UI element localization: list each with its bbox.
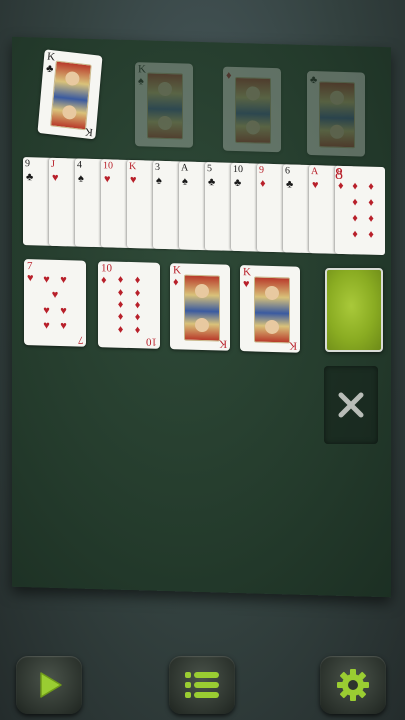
- foundation-slot-3[interactable]: ♦: [223, 66, 281, 153]
- settings-button[interactable]: [320, 656, 386, 714]
- card-suit: ♦: [338, 179, 344, 192]
- card-rank: K: [138, 63, 146, 76]
- card-rank: 9: [25, 158, 30, 170]
- card-rank-bottom: K: [219, 337, 227, 350]
- card-suit: ♣: [310, 74, 318, 87]
- stock-pile[interactable]: [325, 268, 383, 352]
- card-rank: A: [181, 162, 189, 174]
- card-suit: ♠: [156, 174, 162, 187]
- tableau-card-1[interactable]: 7 ♥ ♥ ♥ ♥ ♥ ♥ ♥ ♥ 7: [24, 259, 86, 347]
- card-rank: 10: [103, 160, 113, 172]
- menu-list-icon: [185, 672, 219, 698]
- foundation-slot-2[interactable]: K ♠: [135, 62, 193, 148]
- card-suit: ♠: [138, 75, 144, 88]
- card-rank-bottom: K: [84, 125, 94, 139]
- card-suit: ♥: [27, 272, 34, 285]
- card-suit: ♦: [260, 177, 266, 190]
- tableau-card-4[interactable]: K ♥ K: [240, 265, 300, 353]
- tableau-card-3[interactable]: K ♦ K: [170, 263, 230, 351]
- card-rank: 6: [285, 165, 290, 177]
- card-suit: ♥: [312, 179, 319, 192]
- menu-button[interactable]: [169, 656, 235, 714]
- card-suit: ♣: [208, 176, 216, 189]
- card-suit: ♠: [182, 175, 188, 188]
- card-suit: ♣: [26, 171, 34, 184]
- card-suit: ♥: [130, 174, 137, 187]
- card-rank: A: [311, 166, 319, 178]
- card-suit: ♠: [78, 172, 84, 185]
- card-suit: ♥: [243, 278, 250, 291]
- tableau-card-2[interactable]: 10 ♦ ♦ ♦ ♦ ♦ ♦ ♦ ♦ ♦ ♦ ♦ 10: [98, 261, 160, 349]
- card-rank: K: [46, 50, 56, 64]
- king-figure: [147, 72, 183, 140]
- king-figure: [235, 76, 271, 144]
- card-suit: ♣: [45, 62, 54, 76]
- foundation-card-1[interactable]: K ♣ K: [37, 49, 103, 140]
- king-figure: [319, 81, 355, 149]
- card-rank-bottom: K: [289, 339, 297, 352]
- card-rank-bottom: 7: [77, 333, 84, 346]
- play-button[interactable]: [16, 656, 82, 714]
- foundation-slot-4[interactable]: ♣: [307, 70, 365, 157]
- card-rank: 9: [259, 164, 264, 176]
- card-rank: K: [173, 264, 181, 277]
- card-suit: ♥: [52, 171, 59, 185]
- card-rank: 5: [207, 163, 212, 175]
- king-figure: [184, 274, 220, 342]
- gear-icon: [337, 669, 369, 701]
- card-rank: J: [51, 158, 55, 170]
- king-figure: [50, 60, 92, 131]
- card-rank: 10: [101, 262, 112, 275]
- card-suit: ♣: [286, 178, 294, 191]
- card-rank: 10: [233, 163, 243, 176]
- play-icon: [40, 672, 62, 698]
- card-suit: ♣: [234, 176, 242, 190]
- card-pips: ♦ ♦ ♦ ♦ ♦ ♦ ♦ ♦ ♦ ♦: [117, 273, 141, 337]
- card-rank: 8: [337, 166, 342, 178]
- card-suit: ♥: [104, 173, 111, 186]
- card-rank: K: [243, 266, 251, 279]
- card-rank: 7: [27, 260, 33, 273]
- king-figure: [254, 276, 290, 344]
- card-rank-bottom: 10: [146, 335, 157, 348]
- card-rank: 3: [155, 161, 160, 173]
- close-x-icon: [338, 392, 364, 418]
- card-pips: ♥ ♥ ♥ ♥ ♥ ♥ ♥: [43, 273, 67, 333]
- card-rank: K: [129, 160, 137, 173]
- card-suit: ♦: [226, 69, 232, 82]
- card-suit: ♦: [173, 276, 179, 289]
- discard-slot[interactable]: [324, 366, 378, 444]
- fan-row: 9 ♣ J ♥ 4 ♠ 10 ♥ K ♥ 3 ♠ A ♠ 5 ♣ 10 ♣ 9 …: [23, 157, 385, 259]
- fan-card-top[interactable]: 8 ♦ ♦ ♦ ♦ ♦ ♦ ♦ ♦ ♦ 8: [335, 165, 385, 256]
- card-suit: ♦: [101, 274, 107, 287]
- card-pips: ♦ ♦ ♦ ♦ ♦ ♦ ♦ ♦: [352, 180, 374, 241]
- card-rank: 4: [77, 159, 82, 171]
